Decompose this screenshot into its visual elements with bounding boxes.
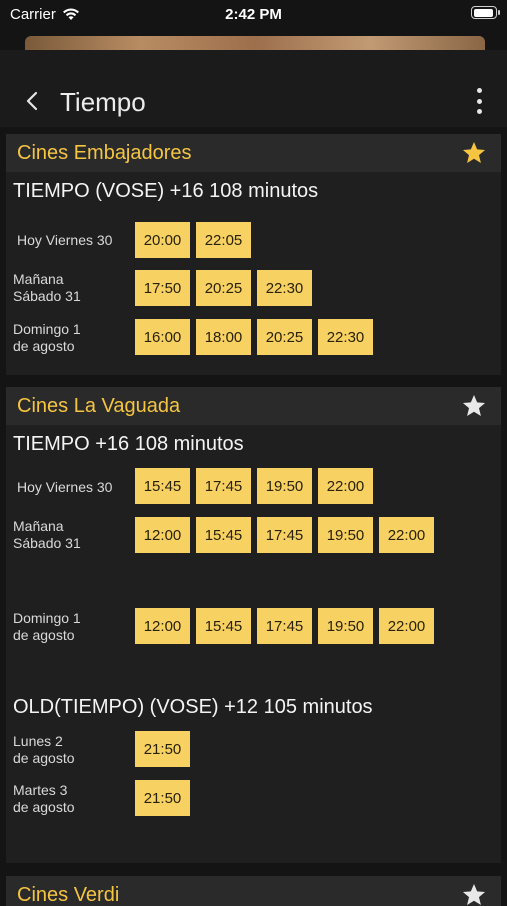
showtime-button[interactable]: 18:00 (196, 319, 251, 355)
movie-title: TIEMPO +16 108 minutos (13, 433, 244, 455)
movie-title: TIEMPO (VOSE) +16 108 minutos (13, 180, 319, 202)
status-time: 2:42 PM (225, 6, 282, 23)
cinema-card: Cines Verdi (6, 876, 501, 906)
showtime-button[interactable]: 22:05 (196, 222, 251, 258)
showtime-button[interactable]: 19:50 (318, 608, 373, 644)
cinema-header[interactable]: Cines Embajadores (6, 134, 501, 172)
showtime-button[interactable]: 12:00 (135, 517, 190, 553)
showtime-button[interactable]: 15:45 (135, 468, 190, 504)
cinema-header[interactable]: Cines La Vaguada (6, 387, 501, 425)
showtime-button[interactable]: 21:50 (135, 780, 190, 816)
showtime-button[interactable]: 19:50 (257, 468, 312, 504)
showtime-button[interactable]: 16:00 (135, 319, 190, 355)
showtime-button[interactable]: 15:45 (196, 608, 251, 644)
showtime-button[interactable]: 20:00 (135, 222, 190, 258)
showtime-button[interactable]: 21:50 (135, 731, 190, 767)
showtime-button[interactable]: 15:45 (196, 517, 251, 553)
showtime-button[interactable]: 22:30 (318, 319, 373, 355)
showtime-button[interactable]: 20:25 (196, 270, 251, 306)
back-button[interactable] (20, 88, 44, 114)
day-label: Hoy Viernes 30 (17, 479, 113, 495)
showtime-button[interactable]: 17:45 (257, 608, 312, 644)
cinema-name: Cines Embajadores (17, 142, 192, 164)
day-label: Mañana Sábado 31 (13, 271, 81, 304)
showtime-button[interactable]: 17:45 (257, 517, 312, 553)
cinema-header[interactable]: Cines Verdi (6, 876, 501, 906)
favorite-star-icon[interactable] (461, 393, 487, 419)
page-title: Tiempo (60, 87, 146, 117)
day-label: Mañana Sábado 31 (13, 518, 81, 551)
showtime-button[interactable]: 12:00 (135, 608, 190, 644)
day-label: Domingo 1 de agosto (13, 321, 81, 354)
favorite-star-icon[interactable] (461, 882, 487, 906)
cinema-name: Cines La Vaguada (17, 395, 181, 417)
day-label: Hoy Viernes 30 (17, 232, 113, 248)
showtime-button[interactable]: 22:30 (257, 270, 312, 306)
day-label: Domingo 1 de agosto (13, 610, 81, 643)
favorite-star-icon[interactable] (461, 140, 487, 166)
chevron-left-icon (26, 91, 38, 111)
navigation-bar: Tiempo (0, 50, 507, 127)
day-label: Lunes 2 de agosto (13, 733, 75, 766)
cinema-name: Cines Verdi (17, 884, 120, 906)
showtime-button[interactable]: 22:00 (318, 468, 373, 504)
showtime-button[interactable]: 19:50 (318, 517, 373, 553)
showtime-button[interactable]: 22:00 (379, 517, 434, 553)
cinema-card: Cines Embajadores TIEMPO (VOSE) +16 108 … (6, 134, 501, 375)
poster-banner (25, 36, 485, 50)
showtime-button[interactable]: 22:00 (379, 608, 434, 644)
battery-icon (471, 6, 500, 19)
movie-title: OLD(TIEMPO) (VOSE) +12 105 minutos (13, 696, 373, 718)
showtime-button[interactable]: 17:50 (135, 270, 190, 306)
status-bar: Carrier 2:42 PM (0, 0, 507, 30)
showtime-button[interactable]: 17:45 (196, 468, 251, 504)
cinema-card: Cines La Vaguada TIEMPO +16 108 minutos … (6, 387, 501, 863)
showtime-button[interactable]: 20:25 (257, 319, 312, 355)
more-options-button[interactable] (471, 88, 487, 114)
day-label: Martes 3 de agosto (13, 782, 75, 815)
